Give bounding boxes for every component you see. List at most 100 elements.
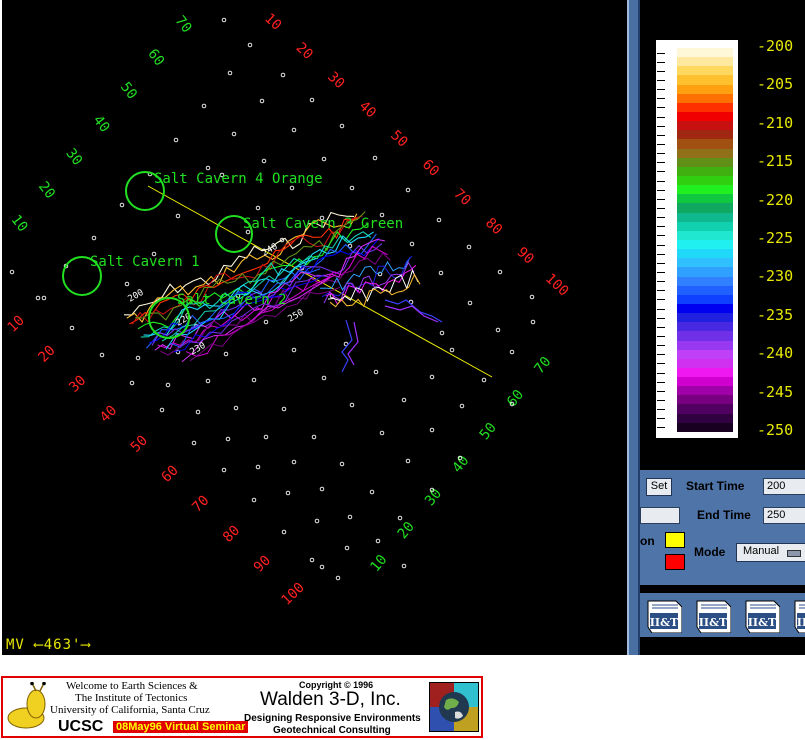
grid-point	[309, 97, 315, 103]
grid-point	[255, 205, 261, 211]
icon-label: II&T	[797, 616, 805, 629]
color-swatch-red[interactable]	[665, 554, 685, 570]
colorbar-swatch	[677, 121, 733, 131]
grid-label-green-left: 60	[144, 46, 167, 69]
colorbar-swatch	[677, 358, 733, 368]
grid-label-green-right: 10	[367, 552, 390, 575]
grid-label-red-top: 90	[514, 244, 537, 267]
grid-point	[280, 72, 286, 78]
start-time-input[interactable]: 200	[763, 478, 805, 495]
colorbar-swatch	[677, 102, 733, 112]
partial-input[interactable]	[640, 507, 680, 524]
grid-point	[69, 325, 75, 331]
grid-point	[9, 269, 15, 275]
contour-line	[129, 217, 360, 325]
colorbar-swatch	[677, 322, 733, 332]
grid-label-red-left: 10	[5, 313, 28, 336]
grid-point	[319, 564, 325, 570]
colorbar-swatch	[677, 221, 733, 231]
colorbar-tick	[657, 418, 665, 420]
iit-logo-icon[interactable]: II&T	[642, 595, 682, 633]
grid-label-green-right: 60	[504, 387, 527, 410]
colorbar-swatch	[677, 303, 733, 314]
grid-point	[405, 187, 411, 193]
time-controls: Set Start Time 200 End Time 250 on Mode …	[640, 470, 805, 585]
colorbar-swatch	[677, 139, 733, 149]
colorbar-tick	[657, 372, 665, 374]
panel-divider[interactable]	[627, 0, 640, 655]
set-button[interactable]: Set	[646, 478, 672, 496]
grid-point	[291, 127, 297, 133]
grid-point	[251, 377, 257, 383]
mode-value: Manual	[743, 545, 780, 557]
contour-label: 250	[287, 308, 306, 325]
color-swatch-yellow[interactable]	[665, 532, 685, 548]
grid-point	[159, 407, 165, 413]
seminar-banner: Welcome to Earth Sciences & The Institut…	[1, 676, 483, 738]
grid-label-red-left: 20	[35, 343, 58, 366]
grid-label-red-top: 20	[293, 40, 316, 63]
grid-point	[223, 351, 229, 357]
colorbar-tick	[657, 363, 665, 365]
grid-point	[481, 377, 487, 383]
tagline-2: Geotechnical Consulting	[273, 725, 391, 736]
colorbar-swatch	[677, 249, 733, 259]
grid-point	[467, 300, 473, 306]
iit-logo-icon[interactable]: II&T	[740, 595, 780, 633]
colorbar-swatch	[677, 194, 733, 204]
grid-point	[191, 440, 197, 446]
grid-point	[311, 434, 317, 440]
colorbar-tick	[657, 162, 665, 164]
colorbar-swatch	[677, 276, 733, 286]
end-time-label: End Time	[697, 508, 751, 522]
colorbar-swatch	[677, 340, 733, 350]
icon-strip: II&T II&T II&T II&T	[640, 593, 805, 637]
grid-label-red-left: 40	[97, 403, 120, 426]
grid-label-red-left: 50	[128, 433, 151, 456]
colorbar-swatch	[677, 93, 733, 103]
colorbar-tick	[657, 345, 665, 347]
contour-line	[341, 319, 353, 373]
end-time-input[interactable]: 250	[763, 507, 805, 524]
colorbar-swatch	[677, 212, 733, 222]
grid-point	[255, 464, 261, 470]
colorbar-swatch	[677, 130, 733, 140]
colorbar-swatch	[677, 75, 733, 85]
grid-label-red-left: 80	[220, 523, 243, 546]
colorbar-swatch	[677, 166, 733, 176]
grid-label-green-left: 70	[172, 13, 195, 36]
colorbar-tick	[657, 116, 665, 118]
grid-point	[91, 235, 97, 241]
grid-point	[35, 295, 41, 301]
tagline-1: Designing Responsive Environments	[244, 713, 421, 724]
start-time-label: Start Time	[686, 479, 745, 493]
icon-label: II&T	[650, 616, 679, 629]
grid-point	[405, 458, 411, 464]
colorbar-tick	[657, 281, 665, 283]
colorbar-tick	[657, 125, 665, 127]
colorbar-tick	[657, 317, 665, 319]
grid-label-red-top: 10	[261, 10, 284, 33]
grid-point	[221, 467, 227, 473]
3d-viewport[interactable]: 10 20 30 40 50 60 70 80 90 100 70 60 50 40 30 20 10 10 20 3…	[2, 0, 627, 655]
welcome-line-2: The Institute of Tectonics	[75, 692, 188, 704]
icon-label: II&T	[748, 616, 777, 629]
grid-point	[321, 375, 327, 381]
colorbar-swatch	[677, 413, 733, 423]
grid-point	[135, 355, 141, 361]
colorbar-swatch	[677, 111, 733, 122]
mode-select[interactable]: Manual	[736, 543, 805, 562]
colorbar-label: -230	[757, 267, 794, 286]
iit-logo-icon[interactable]: II&T	[691, 595, 731, 633]
colorbar-tick	[657, 336, 665, 337]
company-name: Walden 3-D, Inc.	[260, 689, 401, 710]
colorbar-swatch	[677, 331, 733, 341]
colorbar-tick	[657, 409, 665, 411]
grid-label-red-top: 50	[387, 127, 410, 150]
iit-logo-icon[interactable]: II&T	[789, 595, 805, 633]
icon-toolbar: II&T II&T II&T II&T	[640, 585, 805, 655]
colorbar-swatch	[677, 66, 733, 76]
colorbar-label: -250	[757, 421, 794, 439]
grid-label-red-top: 70	[450, 186, 473, 209]
contour-line	[319, 257, 411, 291]
